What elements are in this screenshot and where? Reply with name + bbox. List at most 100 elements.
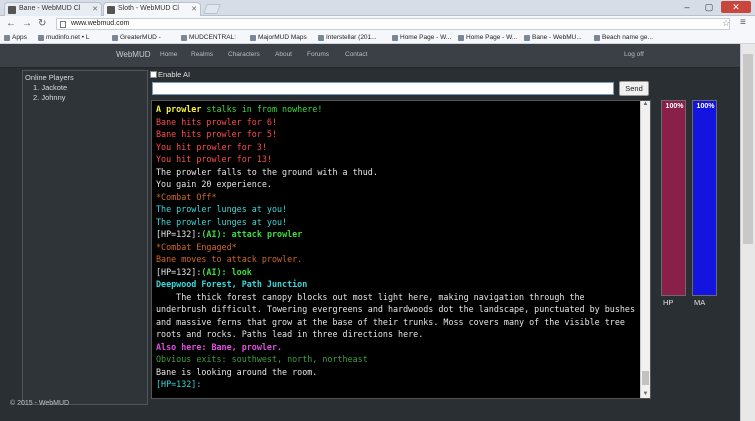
bookmark-icon (458, 35, 464, 41)
terminal-line: The prowler falls to the ground with a t… (156, 166, 638, 179)
bookmark-label: Beach name ge... (602, 34, 653, 41)
player-list-item[interactable]: 1. Jackote (33, 83, 67, 92)
terminal-line: *Combat Engaged* (156, 241, 638, 254)
terminal-text: The prowler lunges at you! (156, 204, 288, 214)
scroll-down-arrow-icon[interactable]: ▼ (642, 391, 649, 398)
hp-percent: 100% (665, 103, 684, 110)
site-brand[interactable]: WebMUD (116, 50, 151, 59)
bookmarks-bar: Apps mudinfo.net • L GreaterMUD - MUDCEN… (0, 32, 755, 44)
tab-favicon-icon (107, 6, 115, 14)
url-text: www.webmud.com (71, 20, 130, 27)
terminal-text: Also here: Bane, prowler. (156, 341, 283, 352)
terminal-text: Bane hits prowler for 6! (156, 116, 278, 127)
terminal-line: Bane hits prowler for 6! (156, 116, 638, 129)
bookmark-item[interactable]: Interstellar (201... (318, 33, 377, 43)
nav-link-forums[interactable]: Forums (307, 51, 329, 58)
bookmark-icon (38, 35, 44, 41)
terminal-text: You hit prowler for 3! (156, 141, 267, 152)
terminal-text: (AI): attack prowler (201, 229, 303, 239)
mud-terminal[interactable]: A prowler stalks in from nowhere! Bane hi… (151, 100, 651, 399)
bookmark-icon (250, 35, 256, 41)
bookmark-item[interactable]: GreaterMUD - (112, 33, 161, 43)
reload-icon[interactable]: ↻ (38, 18, 46, 30)
bookmark-label: Home Page - W... (400, 34, 452, 41)
terminal-text: *Combat Off* (156, 191, 217, 202)
ma-bar-fill (693, 101, 716, 295)
terminal-text: [HP=132]: (156, 379, 202, 389)
bookmark-icon (392, 35, 398, 41)
bookmark-item[interactable]: Bane - WebMU... (524, 33, 582, 43)
ma-percent: 100% (696, 103, 715, 110)
terminal-line: You hit prowler for 13! (156, 153, 638, 166)
bookmark-star-icon[interactable]: ☆ (722, 18, 730, 29)
terminal-line: Bane is looking around the room. (156, 366, 638, 379)
page-scrollbar[interactable] (740, 44, 755, 421)
terminal-text: stalks in from nowhere! (206, 104, 323, 114)
browser-tab-sloth[interactable]: Sloth - WebMUD Cl ✕ (103, 2, 201, 16)
bookmark-item[interactable]: MUDCENTRAL: (181, 33, 236, 43)
bookmark-item[interactable]: Beach name ge... (594, 33, 653, 43)
terminal-line: You gain 20 experience. (156, 178, 638, 191)
online-players-panel: Online Players 1. Jackote 2. Johnny (22, 70, 148, 405)
ma-label: MA (694, 298, 706, 307)
footer-copyright: © 2015 - WebMUD (10, 400, 70, 407)
terminal-line: [HP=132]:(AI): look (156, 266, 638, 279)
bookmark-icon (524, 35, 530, 41)
terminal-line: The thick forest canopy blocks out most … (156, 291, 638, 341)
bookmark-label: Apps (12, 34, 27, 41)
terminal-text: You gain 20 experience. (156, 179, 272, 189)
hp-bar: 100% (661, 100, 686, 296)
nav-link-home[interactable]: Home (160, 51, 177, 58)
enable-ai-label: Enable AI (158, 70, 191, 79)
url-input[interactable]: www.webmud.com (56, 18, 730, 30)
bookmark-label: mudinfo.net • L (46, 34, 90, 41)
window-minimize-button[interactable]: – (677, 1, 697, 13)
terminal-text: [HP=132]: (156, 229, 202, 239)
window-maximize-button[interactable]: ▢ (699, 1, 719, 13)
scroll-up-arrow-icon[interactable]: ▲ (642, 101, 649, 108)
terminal-text: The thick forest canopy blocks out most … (156, 291, 641, 340)
send-button[interactable]: Send (619, 81, 649, 96)
bookmark-icon (112, 35, 118, 41)
command-input[interactable] (152, 82, 614, 95)
player-list-item[interactable]: 2. Johnny (33, 93, 66, 102)
tab-title: Bane - WebMUD Cl (19, 5, 81, 12)
terminal-text: Bane moves to attack prowler. (156, 254, 303, 264)
terminal-line: A prowler stalks in from nowhere! (156, 103, 638, 116)
terminal-line: Obvious exits: southwest, north, northea… (156, 353, 638, 366)
new-tab-button[interactable] (203, 4, 221, 14)
tab-close-icon[interactable]: ✕ (191, 5, 197, 13)
bookmark-item[interactable]: mudinfo.net • L (38, 33, 89, 43)
logoff-link[interactable]: Log off (624, 51, 644, 58)
page-scroll-thumb[interactable] (743, 54, 753, 244)
forward-arrow-icon[interactable]: → (22, 18, 32, 30)
nav-link-realms[interactable]: Realms (191, 51, 213, 58)
window-close-button[interactable]: ✕ (721, 1, 751, 13)
bookmark-apps[interactable]: Apps (4, 33, 27, 43)
bookmark-label: Bane - WebMU... (532, 34, 582, 41)
bookmark-item[interactable]: Home Page - W... (458, 33, 517, 43)
enable-ai-toggle[interactable]: Enable AI (150, 70, 190, 79)
browser-menu-icon[interactable]: ≡ (740, 17, 746, 28)
tab-close-icon[interactable]: ✕ (92, 5, 98, 13)
online-players-title: Online Players (25, 73, 74, 82)
back-arrow-icon[interactable]: ← (6, 18, 16, 30)
bookmark-item[interactable]: MajorMUD Maps (250, 33, 307, 43)
bookmark-item[interactable]: Home Page - W... (392, 33, 451, 43)
terminal-text: The prowler lunges at you! (156, 216, 288, 227)
nav-link-characters[interactable]: Characters (228, 51, 260, 58)
tab-favicon-icon (8, 6, 16, 14)
bookmark-label: MUDCENTRAL: (189, 34, 236, 41)
bookmark-label: Interstellar (201... (326, 34, 377, 41)
scroll-thumb[interactable] (642, 371, 649, 385)
terminal-scrollbar[interactable]: ▲ ▼ (640, 101, 650, 398)
enable-ai-checkbox[interactable] (150, 71, 157, 78)
nav-link-about[interactable]: About (275, 51, 292, 58)
terminal-line: Deepwood Forest, Path Junction (156, 278, 638, 291)
bookmark-label: MajorMUD Maps (258, 34, 307, 41)
browser-tab-bane[interactable]: Bane - WebMUD Cl ✕ (4, 2, 102, 16)
nav-link-contact[interactable]: Contact (345, 51, 367, 58)
terminal-line: Bane hits prowler for 5! (156, 128, 638, 141)
terminal-line: You hit prowler for 3! (156, 141, 638, 154)
terminal-line: The prowler lunges at you! (156, 216, 638, 229)
